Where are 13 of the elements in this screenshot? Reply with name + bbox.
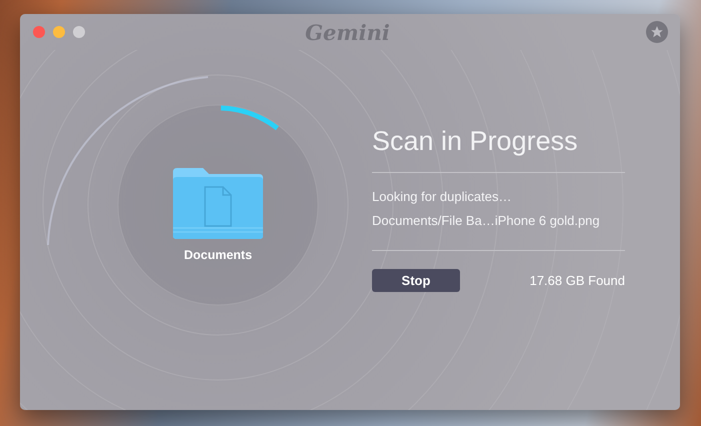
zoom-button[interactable] xyxy=(73,26,85,38)
current-file-path: Documents/File Ba…iPhone 6 gold.png xyxy=(372,213,601,229)
star-icon xyxy=(650,25,664,39)
stop-button[interactable]: Stop xyxy=(372,269,460,292)
minimize-button[interactable] xyxy=(53,26,65,38)
folder-label: Documents xyxy=(184,248,252,262)
favorites-button[interactable] xyxy=(646,21,668,43)
folder-icon xyxy=(171,166,265,240)
found-size-text: 17.68 GB Found xyxy=(530,273,625,288)
close-button[interactable] xyxy=(33,26,45,38)
spinner-arc xyxy=(220,106,279,130)
status-text: Looking for duplicates… xyxy=(372,189,512,205)
scan-title: Scan in Progress xyxy=(372,125,579,158)
